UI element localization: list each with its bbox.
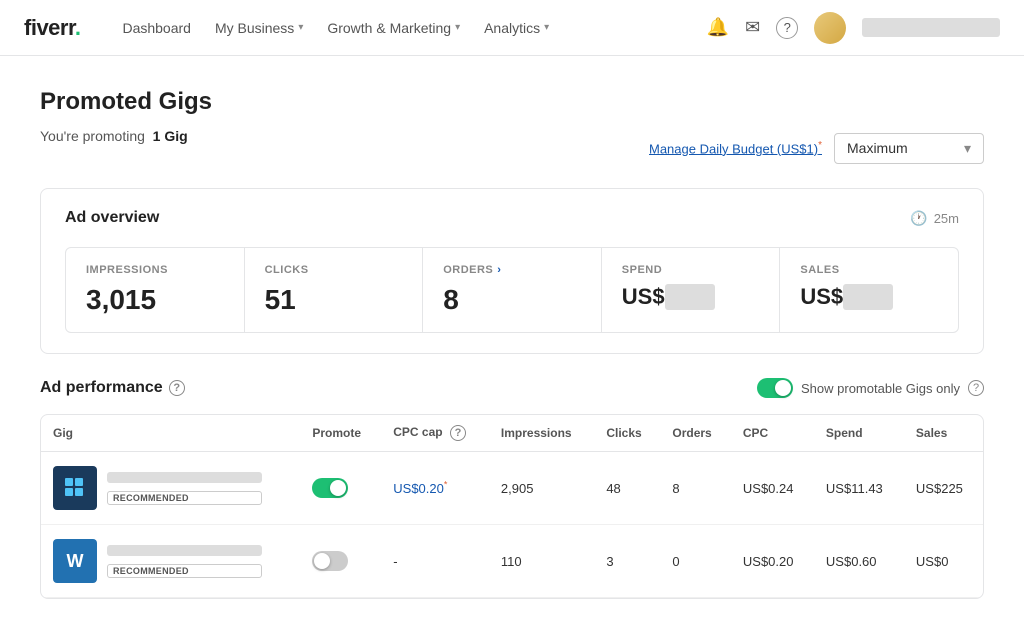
card-header: Ad overview 🕐 25m — [65, 209, 959, 227]
mail-icon[interactable]: ✉ — [745, 17, 760, 38]
promote-toggle-1[interactable] — [312, 478, 348, 498]
recommended-badge-2: RECOMMENDED — [107, 564, 262, 578]
col-promote: Promote — [300, 415, 381, 452]
username: username — [862, 18, 1000, 37]
col-impressions: Impressions — [489, 415, 594, 452]
perf-header: Ad performance ? Show promotable Gigs on… — [40, 378, 984, 398]
ad-overview-card: Ad overview 🕐 25m IMPRESSIONS 3,015 CLIC… — [40, 188, 984, 354]
logo[interactable]: fiverr. — [24, 15, 80, 41]
orders-cell-2: 0 — [660, 525, 731, 598]
nav-growth-marketing[interactable]: Growth & Marketing ▾ — [317, 14, 470, 42]
gig-thumbnail-2: W — [53, 539, 97, 583]
avatar[interactable] — [814, 12, 846, 44]
clicks-cell-2: 3 — [594, 525, 660, 598]
impressions-cell-2: 110 — [489, 525, 594, 598]
help-icon[interactable]: ? — [776, 17, 798, 39]
stats-row: IMPRESSIONS 3,015 CLICKS 51 ORDERS › 8 S… — [65, 247, 959, 333]
performance-table: Gig Promote CPC cap ? Impressions Clicks… — [41, 415, 983, 598]
promotable-help-icon[interactable]: ? — [968, 380, 984, 396]
gig-thumbnail-1 — [53, 466, 97, 510]
table-body: RECOMMENDED US$0.20* 2,905 — [41, 452, 983, 598]
col-sales: Sales — [904, 415, 983, 452]
ad-overview-title: Ad overview — [65, 209, 159, 227]
cpc-cap-help-icon[interactable]: ? — [450, 425, 466, 441]
chevron-down-icon: ▾ — [964, 140, 971, 157]
nav-analytics[interactable]: Analytics ▾ — [474, 14, 559, 42]
promote-toggle-cell-2[interactable] — [300, 525, 381, 598]
budget-controls: Manage Daily Budget (US$1)* Maximum ▾ — [649, 133, 984, 164]
col-clicks: Clicks — [594, 415, 660, 452]
sales-cell-2: US$0 — [904, 525, 983, 598]
nav-my-business[interactable]: My Business ▾ — [205, 14, 313, 42]
gig-cell-2: W RECOMMENDED — [41, 525, 300, 598]
bell-icon[interactable]: 🔔 — [707, 17, 729, 38]
chevron-down-icon: ▾ — [455, 22, 460, 33]
spend-cell-2: US$0.60 — [814, 525, 904, 598]
stat-impressions: IMPRESSIONS 3,015 — [66, 248, 245, 332]
nav-right: 🔔 ✉ ? username — [707, 12, 1000, 44]
table-header: Gig Promote CPC cap ? Impressions Clicks… — [41, 415, 983, 452]
stat-spend: SPEND US$ — [602, 248, 781, 332]
col-cpc-cap: CPC cap ? — [381, 415, 489, 452]
perf-title: Ad performance ? — [40, 379, 185, 397]
stat-sales: SALES US$ — [780, 248, 958, 332]
clicks-value: 51 — [265, 284, 403, 316]
wp-icon: W — [67, 551, 84, 572]
sales-value: US$ — [800, 284, 938, 310]
chevron-down-icon: ▾ — [298, 22, 303, 33]
nav-dashboard[interactable]: Dashboard — [112, 14, 201, 42]
show-promotable-toggle[interactable] — [757, 378, 793, 398]
col-gig: Gig — [41, 415, 300, 452]
col-spend: Spend — [814, 415, 904, 452]
help-icon[interactable]: ? — [169, 380, 185, 396]
gig-thumb-icon-1 — [61, 474, 89, 502]
orders-link[interactable]: › — [497, 264, 501, 276]
budget-dropdown[interactable]: Maximum ▾ — [834, 133, 984, 164]
col-cpc: CPC — [731, 415, 814, 452]
cpc-cap-cell-2: - — [381, 525, 489, 598]
performance-table-container: Gig Promote CPC cap ? Impressions Clicks… — [40, 414, 984, 599]
ad-performance-section: Ad performance ? Show promotable Gigs on… — [40, 378, 984, 599]
stat-clicks: CLICKS 51 — [245, 248, 424, 332]
manage-budget-link[interactable]: Manage Daily Budget (US$1)* — [649, 140, 822, 156]
chevron-down-icon: ▾ — [544, 22, 549, 33]
table-row: W RECOMMENDED - — [41, 525, 983, 598]
nav-links: Dashboard My Business ▾ Growth & Marketi… — [112, 14, 706, 42]
promote-toggle-2[interactable] — [312, 551, 348, 571]
stat-orders: ORDERS › 8 — [423, 248, 602, 332]
navbar: fiverr. Dashboard My Business ▾ Growth &… — [0, 0, 1024, 56]
page-title: Promoted Gigs — [40, 88, 984, 116]
subtitle: You're promoting 1 Gig — [40, 128, 188, 144]
time-badge: 🕐 25m — [910, 210, 959, 227]
impressions-value: 3,015 — [86, 284, 224, 316]
cpc-cap-link-1[interactable]: US$0.20* — [393, 481, 447, 496]
col-orders: Orders — [660, 415, 731, 452]
main-content: Promoted Gigs You're promoting 1 Gig Man… — [0, 56, 1024, 631]
gig-title-2 — [107, 545, 262, 556]
gig-title-1 — [107, 472, 262, 483]
toggle-row: Show promotable Gigs only ? — [757, 378, 984, 398]
logo-text: fiverr — [24, 15, 75, 40]
orders-value: 8 — [443, 284, 581, 316]
cpc-val-cell-2: US$0.20 — [731, 525, 814, 598]
spend-value: US$ — [622, 284, 760, 310]
recommended-badge-1: RECOMMENDED — [107, 491, 262, 505]
clock-icon: 🕐 — [910, 210, 927, 227]
